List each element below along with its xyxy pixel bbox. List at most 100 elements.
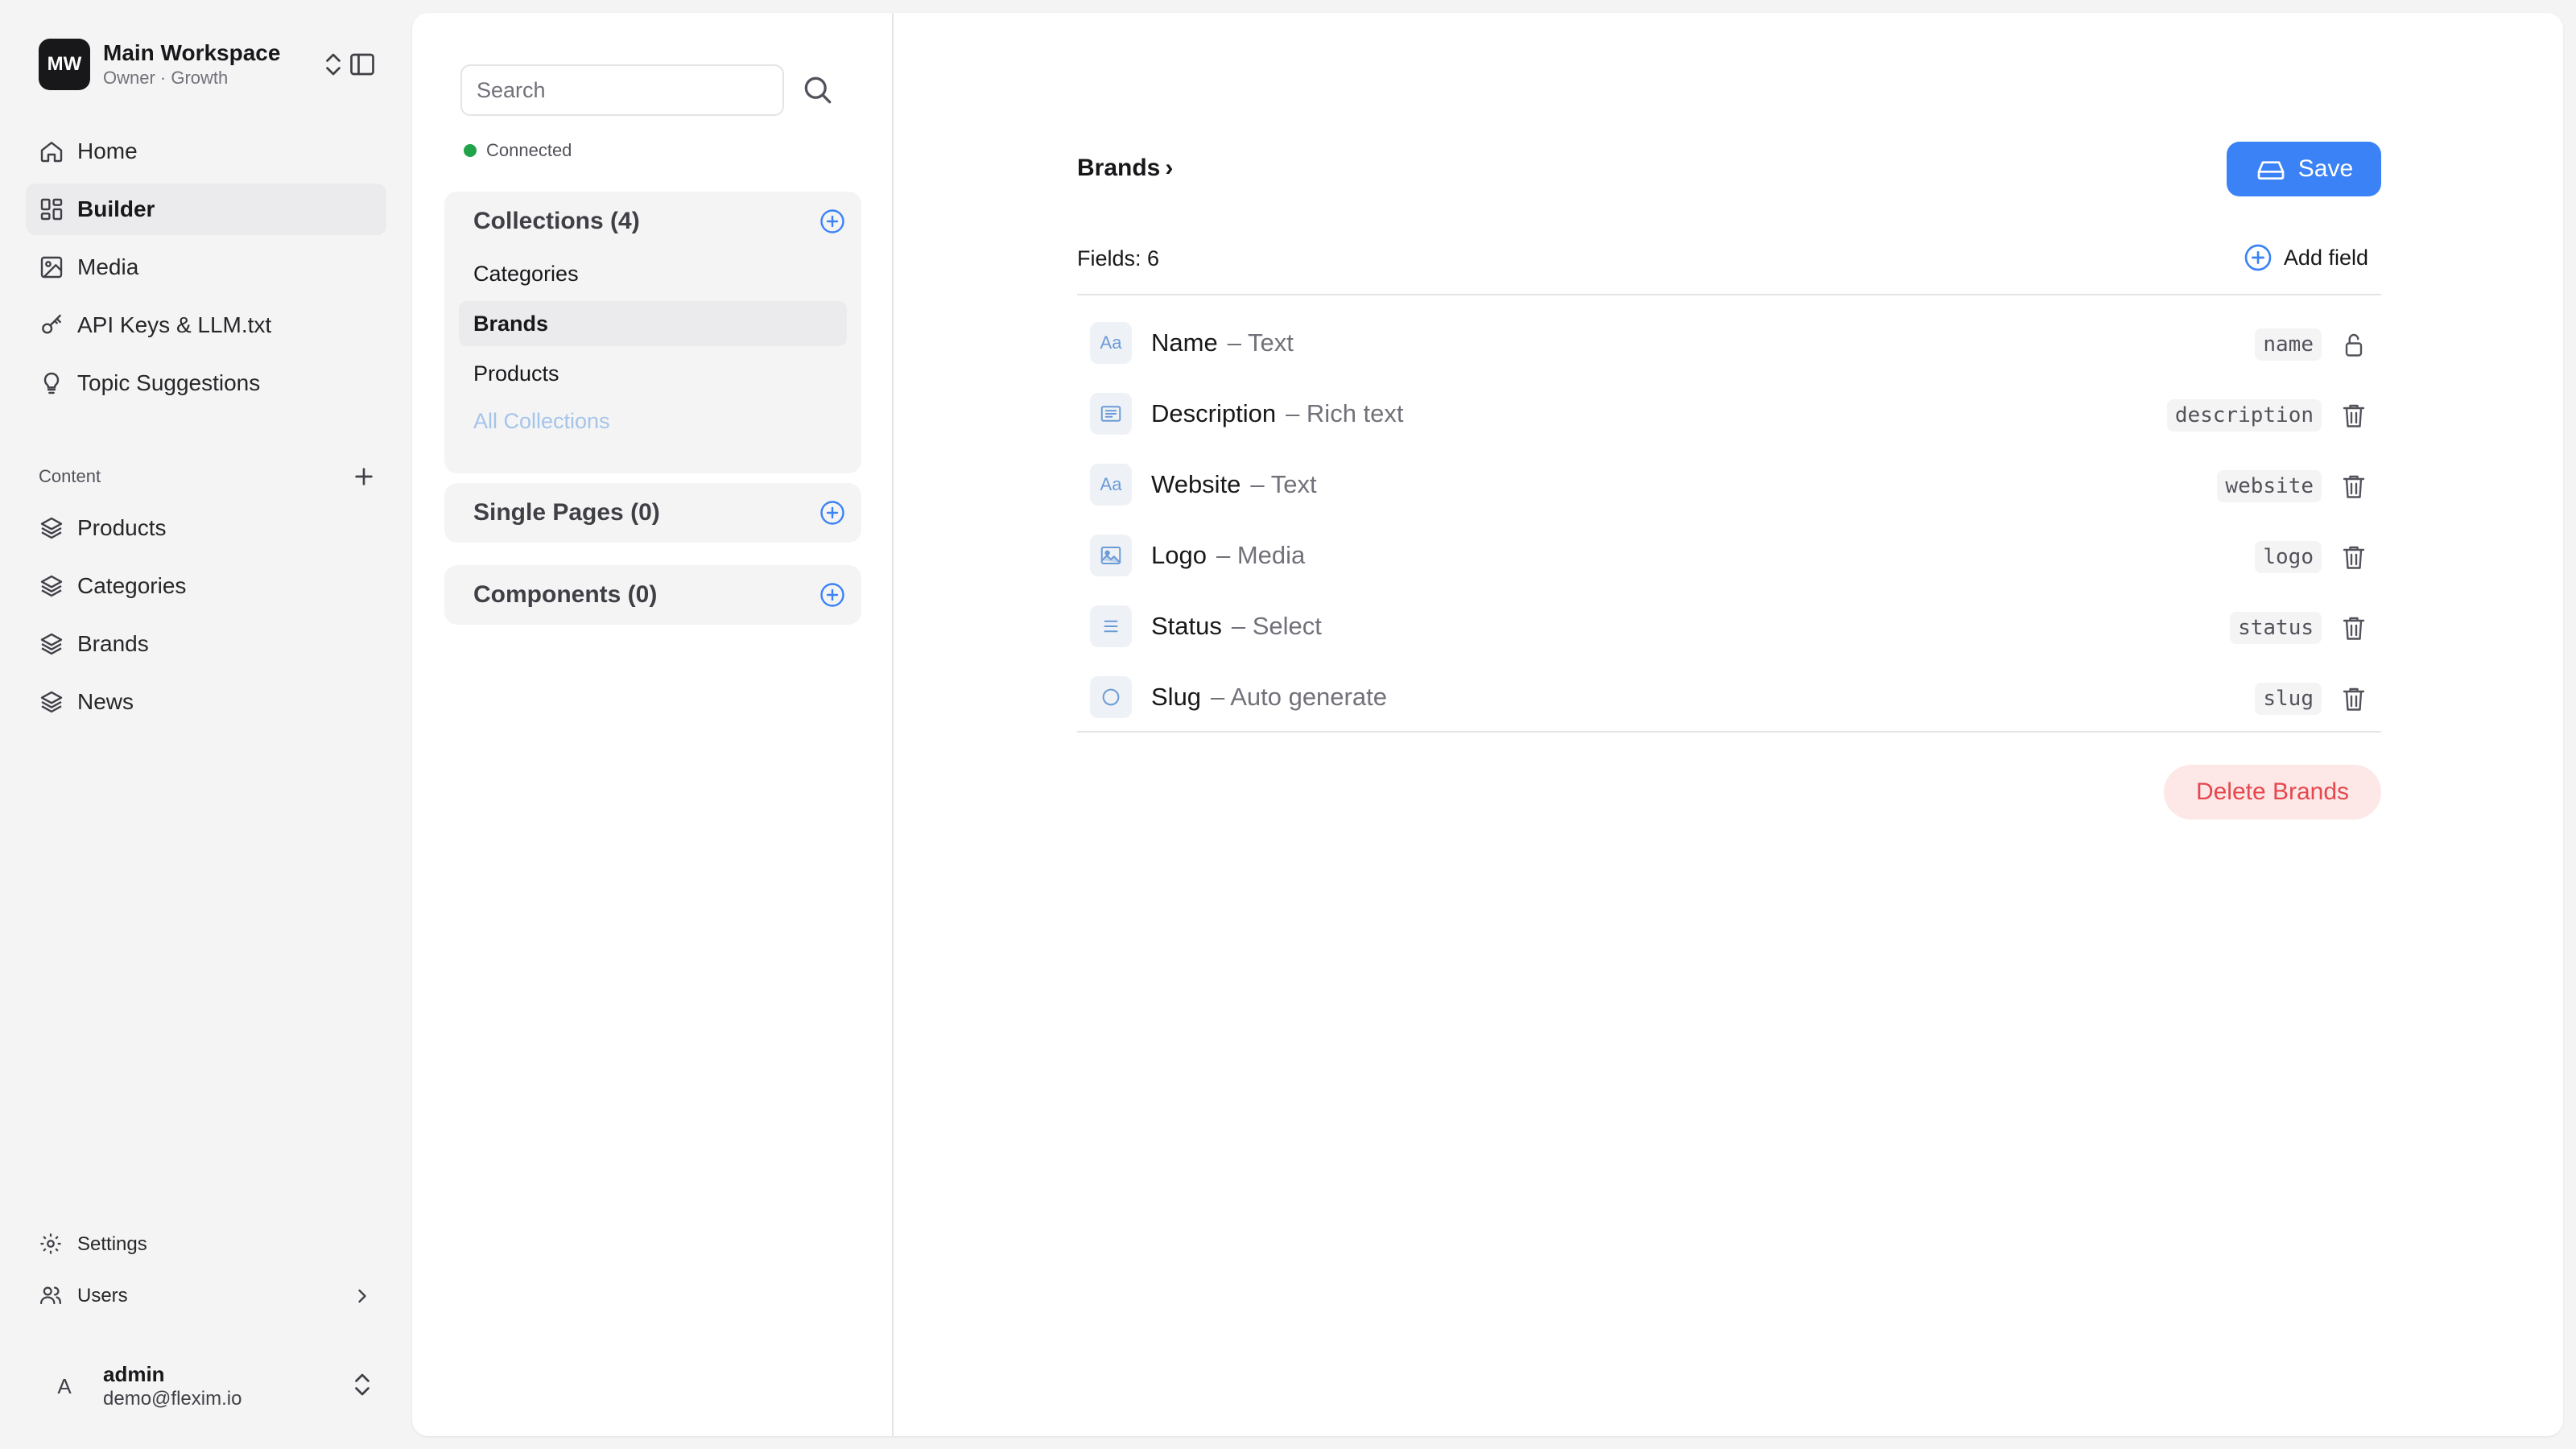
collection-item-products[interactable]: Products bbox=[459, 351, 847, 396]
trash-icon[interactable] bbox=[2339, 541, 2368, 573]
users-icon bbox=[39, 1283, 64, 1309]
collections-title: Collections (4) bbox=[473, 208, 640, 234]
chevron-up-down-icon[interactable] bbox=[319, 50, 348, 79]
field-row[interactable]: Aa Name – Text name bbox=[1077, 308, 2381, 378]
save-button-label: Save bbox=[2297, 155, 2354, 182]
home-icon bbox=[39, 138, 64, 164]
image-icon bbox=[39, 254, 64, 280]
nav-item-label: Home bbox=[77, 138, 138, 163]
layers-icon bbox=[39, 573, 64, 599]
content-item-categories[interactable]: Categories bbox=[26, 560, 386, 612]
field-key: website bbox=[2217, 470, 2322, 502]
lightbulb-icon bbox=[39, 370, 64, 396]
nav-item-builder[interactable]: Builder bbox=[26, 184, 386, 235]
main-card: Connected Collections (4) Categories Bra… bbox=[412, 13, 2563, 1436]
collection-item-brands[interactable]: Brands bbox=[459, 301, 847, 346]
content-item-products[interactable]: Products bbox=[26, 502, 386, 554]
collections-group: Collections (4) Categories Brands Produc… bbox=[444, 192, 861, 473]
components-header[interactable]: Components (0) bbox=[444, 565, 861, 625]
bottom-nav: Settings Users bbox=[26, 1222, 386, 1325]
breadcrumb-item[interactable]: Brands bbox=[1077, 155, 1160, 182]
nav-item-label: Users bbox=[77, 1285, 128, 1307]
add-field-label: Add field bbox=[2283, 245, 2368, 270]
search-field[interactable] bbox=[460, 64, 784, 116]
single-pages-title: Single Pages (0) bbox=[473, 499, 660, 526]
content-item-brands[interactable]: Brands bbox=[26, 618, 386, 670]
nav-item-settings[interactable]: Settings bbox=[26, 1222, 386, 1267]
nav-item-users[interactable]: Users bbox=[26, 1274, 386, 1319]
lock-icon[interactable] bbox=[2339, 328, 2368, 361]
field-row[interactable]: Aa Website – Text website bbox=[1077, 449, 2381, 520]
workspace-logo: MW bbox=[39, 39, 90, 90]
nav-item-api-keys[interactable]: API Keys & LLM.txt bbox=[26, 299, 386, 351]
field-key: name bbox=[2255, 328, 2322, 361]
nav-item-home[interactable]: Home bbox=[26, 126, 386, 177]
single-pages-header[interactable]: Single Pages (0) bbox=[444, 483, 861, 543]
fields-count: Fields: 6 bbox=[1077, 246, 1160, 270]
workspace-switcher[interactable]: MW Main Workspace Owner · Growth bbox=[39, 39, 377, 90]
gear-icon bbox=[39, 1232, 64, 1257]
field-type: – Media bbox=[1216, 541, 1306, 569]
add-single-page-icon[interactable] bbox=[818, 498, 847, 527]
collections-header[interactable]: Collections (4) bbox=[444, 192, 861, 251]
field-name: Description bbox=[1151, 399, 1277, 427]
sidebar: MW Main Workspace Owner · Growth Home Bu… bbox=[0, 0, 409, 1449]
user-menu[interactable]: A admin demo@flexim.io bbox=[39, 1354, 377, 1418]
field-key: logo bbox=[2255, 541, 2322, 573]
nav-item-label: Topic Suggestions bbox=[77, 370, 261, 395]
text-aa-icon: Aa bbox=[1090, 464, 1132, 506]
field-name: Status bbox=[1151, 612, 1222, 640]
add-collection-icon[interactable] bbox=[818, 207, 847, 236]
save-button[interactable]: Save bbox=[2227, 142, 2381, 196]
collection-item-label: Brands bbox=[473, 311, 549, 336]
field-row[interactable]: Logo – Media logo bbox=[1077, 520, 2381, 591]
trash-icon[interactable] bbox=[2339, 683, 2368, 715]
status-dot bbox=[464, 144, 477, 157]
chevron-up-down-icon[interactable] bbox=[348, 1370, 377, 1399]
search-icon[interactable] bbox=[800, 72, 836, 108]
all-collections-link[interactable]: All Collections bbox=[444, 401, 861, 441]
list-icon bbox=[1090, 605, 1132, 647]
connection-status: Connected bbox=[464, 140, 572, 161]
single-pages-group: Single Pages (0) bbox=[444, 483, 861, 543]
field-type: – Select bbox=[1231, 612, 1322, 640]
connection-status-label: Connected bbox=[486, 140, 572, 160]
content-nav: Products Categories Brands News bbox=[26, 502, 386, 734]
nav-item-media[interactable]: Media bbox=[26, 242, 386, 293]
main-nav: Home Builder Media API Keys & LLM.txt To… bbox=[26, 126, 386, 415]
field-type: – Text bbox=[1250, 470, 1317, 498]
search-input[interactable] bbox=[477, 77, 782, 103]
collection-item-categories[interactable]: Categories bbox=[459, 251, 847, 296]
field-row[interactable]: Status – Select status bbox=[1077, 591, 2381, 662]
layers-icon bbox=[39, 689, 64, 715]
divider bbox=[1077, 294, 2381, 295]
delete-collection-button[interactable]: Delete Brands bbox=[2164, 765, 2381, 819]
field-type: – Text bbox=[1227, 328, 1294, 357]
trash-icon[interactable] bbox=[2339, 612, 2368, 644]
field-row[interactable]: Description – Rich text description bbox=[1077, 378, 2381, 449]
text-aa-icon: Aa bbox=[1090, 322, 1132, 364]
collection-item-label: Products bbox=[473, 361, 559, 386]
field-row[interactable]: Slug – Auto generate slug bbox=[1077, 662, 2381, 733]
trash-icon[interactable] bbox=[2339, 399, 2368, 431]
chevron-right-icon bbox=[351, 1285, 374, 1307]
plus-circle-icon bbox=[2242, 242, 2274, 274]
add-component-icon[interactable] bbox=[818, 580, 847, 609]
field-type: – Auto generate bbox=[1211, 683, 1387, 711]
content-item-label: Products bbox=[77, 515, 167, 540]
image-icon bbox=[1090, 535, 1132, 576]
add-content-icon[interactable] bbox=[351, 464, 377, 489]
content-item-news[interactable]: News bbox=[26, 676, 386, 728]
content-item-label: Categories bbox=[77, 573, 187, 598]
content-section-label: Content bbox=[39, 466, 101, 486]
field-key: description bbox=[2166, 399, 2322, 431]
nav-item-topic-suggestions[interactable]: Topic Suggestions bbox=[26, 357, 386, 409]
trash-icon[interactable] bbox=[2339, 470, 2368, 502]
nav-item-label: Media bbox=[77, 254, 139, 279]
components-title: Components (0) bbox=[473, 581, 658, 608]
field-name: Name bbox=[1151, 328, 1218, 357]
nav-item-label: API Keys & LLM.txt bbox=[77, 312, 272, 337]
sidebar-toggle-icon[interactable] bbox=[348, 50, 377, 79]
nav-item-label: Settings bbox=[77, 1233, 147, 1255]
add-field-button[interactable]: Add field bbox=[2242, 233, 2368, 282]
